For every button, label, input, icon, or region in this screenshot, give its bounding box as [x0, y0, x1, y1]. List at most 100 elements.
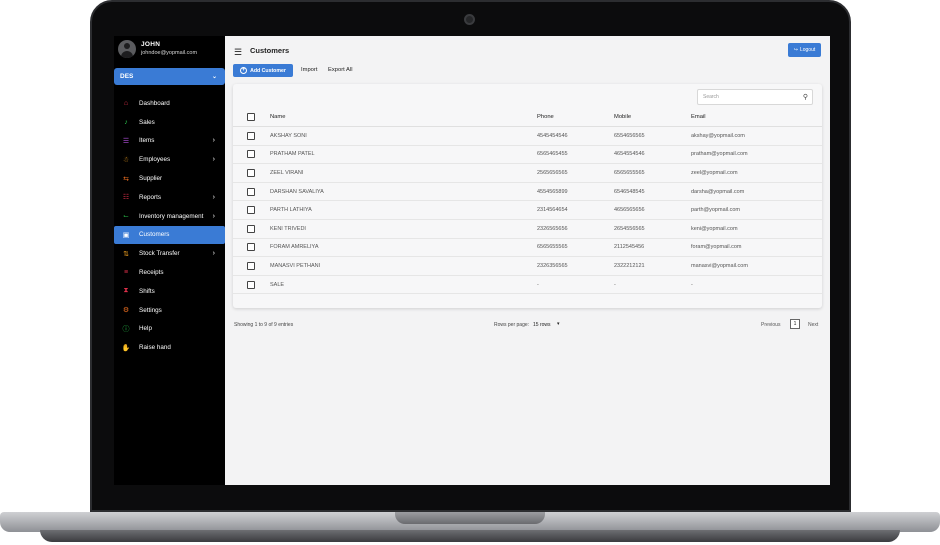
sidebar-item-label: Items: [139, 137, 155, 145]
logout-button[interactable]: ↪ Logout: [788, 43, 821, 57]
sidebar-item-label: Stock Transfer: [139, 250, 180, 258]
cell-phone: 2314564654: [537, 207, 568, 214]
column-header-mobile[interactable]: Mobile: [614, 114, 631, 120]
row-checkbox[interactable]: [247, 187, 255, 196]
search-placeholder: Search: [703, 94, 719, 100]
cell-email: pratham@yopmail.com: [691, 151, 748, 158]
shifts-icon: ⧗: [123, 287, 129, 295]
table-row[interactable]: KENI TRIVEDI 2326565656 2654556565 keni@yop…: [233, 220, 822, 239]
user-email: johndoe@yopmail.com: [141, 50, 198, 56]
sidebar-item-sales[interactable]: ♪ Sales: [114, 113, 225, 132]
cell-phone: 2565656565: [537, 169, 568, 176]
cell-name: FORAM AMRELIYA: [270, 244, 319, 251]
sidebar: JOHN johndoe@yopmail.com DES ⌄ ⌂ Dashboar…: [114, 36, 225, 485]
table-row[interactable]: AKSHAY SONI 4545454546 6554656565 akshay@yo…: [233, 127, 822, 146]
sidebar-item-stock-transfer[interactable]: ⇅ Stock Transfer ›: [114, 244, 225, 263]
store-selector[interactable]: DES ⌄: [114, 68, 225, 85]
import-button[interactable]: Import: [301, 67, 317, 73]
swap-icon: ⇅: [123, 250, 129, 258]
previous-page-button[interactable]: Previous: [761, 322, 780, 328]
sidebar-item-label: Employees: [139, 156, 171, 164]
export-all-button[interactable]: Export All: [328, 67, 353, 73]
sidebar-nav: ⌂ Dashboard ♪ Sales ☰ Items › ☃ Employees › ⇆ Suppl…: [114, 94, 225, 357]
hamburger-menu-icon[interactable]: ☰: [234, 47, 242, 58]
sidebar-item-label: Customers: [139, 231, 170, 239]
bell-icon: ♪: [124, 118, 128, 126]
sidebar-item-items[interactable]: ☰ Items ›: [114, 132, 225, 151]
rows-per-page-label: Rows per page:: [494, 322, 530, 328]
table-row[interactable]: SALE - - -: [233, 276, 822, 295]
cell-email: foram@yopmail.com: [691, 244, 742, 251]
sidebar-item-help[interactable]: ⓘ Help: [114, 320, 225, 339]
sidebar-item-label: Inventory management: [139, 212, 204, 220]
row-checkbox[interactable]: [247, 261, 255, 270]
row-checkbox[interactable]: [247, 243, 255, 252]
table-row[interactable]: DARSHAN SAVALIYA 4554565899 6546548545 dars…: [233, 183, 822, 202]
user-profile[interactable]: JOHN johndoe@yopmail.com: [118, 39, 197, 59]
row-checkbox[interactable]: [247, 131, 255, 140]
row-checkbox[interactable]: [247, 168, 255, 177]
store-selector-value: DES: [120, 73, 134, 80]
cell-email: zeel@yopmail.com: [691, 169, 738, 176]
current-page-button[interactable]: 1: [790, 319, 800, 329]
user-name: JOHN: [141, 41, 161, 48]
table-row[interactable]: ZEEL VIRANI 2565656565 6565655565 zeel@yopm…: [233, 164, 822, 183]
row-checkbox[interactable]: [247, 224, 255, 233]
items-icon: ☰: [122, 137, 130, 145]
sidebar-item-raise-hand[interactable]: ✋ Raise hand: [114, 338, 225, 357]
customers-table-card: Search ⚲ Name Phone Mobile Email AKSHAY …: [233, 84, 822, 308]
cell-phone: 4545454546: [537, 132, 568, 139]
sidebar-item-inventory-management[interactable]: ⌙ Inventory management ›: [114, 207, 225, 226]
sidebar-item-receipts[interactable]: ≡ Receipts: [114, 263, 225, 282]
sidebar-item-customers[interactable]: ▣ Customers: [114, 225, 225, 245]
sidebar-item-dashboard[interactable]: ⌂ Dashboard: [114, 94, 225, 113]
next-page-button[interactable]: Next: [808, 322, 818, 328]
cell-email: -: [691, 281, 693, 288]
transfer-icon: ⇆: [123, 175, 129, 183]
cell-name: ZEEL VIRANI: [270, 169, 304, 176]
sidebar-item-label: Receipts: [139, 269, 164, 277]
sidebar-item-employees[interactable]: ☃ Employees ›: [114, 150, 225, 169]
row-checkbox[interactable]: [247, 280, 255, 289]
cell-mobile: 6554656565: [614, 132, 645, 139]
table-row[interactable]: PRATHAM PATEL 6565465455 4654554546 pratham…: [233, 146, 822, 165]
select-all-checkbox[interactable]: [247, 112, 255, 121]
settings-icon: ⚙: [122, 307, 130, 315]
cell-email: darsha@yopmail.com: [691, 188, 745, 195]
sidebar-item-settings[interactable]: ⚙ Settings: [114, 301, 225, 320]
plus-icon: +: [240, 67, 248, 74]
chevron-down-icon: ⌄: [211, 74, 217, 80]
cell-mobile: 2112545456: [614, 244, 645, 251]
table-row[interactable]: MANASVI PETHANI 2326356565 2322212121 manas…: [233, 257, 822, 276]
add-customer-button[interactable]: + Add Customer: [233, 64, 293, 77]
avatar: [118, 40, 136, 58]
caret-down-icon[interactable]: ▾: [557, 321, 560, 327]
cell-phone: 6565465455: [537, 151, 568, 158]
cell-mobile: 4654554546: [614, 151, 645, 158]
search-input[interactable]: Search ⚲: [697, 89, 813, 105]
cell-phone: 2326356565: [537, 262, 568, 269]
column-header-phone[interactable]: Phone: [537, 114, 554, 120]
sidebar-item-shifts[interactable]: ⧗ Shifts: [114, 282, 225, 301]
logout-label: Logout: [799, 47, 816, 53]
camera-icon: [464, 14, 475, 25]
cart-icon: ⌙: [123, 213, 129, 221]
cell-phone: 4554565899: [537, 188, 568, 195]
laptop-mockup: JOHN johndoe@yopmail.com DES ⌄ ⌂ Dashboar…: [0, 0, 940, 545]
sidebar-item-label: Reports: [139, 193, 162, 201]
rows-per-page-select[interactable]: 15 rows: [533, 322, 551, 328]
sidebar-item-reports[interactable]: ☷ Reports ›: [114, 188, 225, 207]
column-header-email[interactable]: Email: [691, 114, 706, 120]
cell-name: AKSHAY SONI: [270, 132, 307, 139]
table-row[interactable]: FORAM AMRELIYA 6565655565 2112545456 foram@…: [233, 239, 822, 258]
row-checkbox[interactable]: [247, 206, 255, 215]
report-icon: ☷: [122, 194, 130, 202]
table-row[interactable]: PARTH LATHIYA 2314564654 4656565656 parth@y…: [233, 201, 822, 220]
home-icon: ⌂: [123, 99, 129, 107]
search-icon[interactable]: ⚲: [803, 93, 808, 101]
main-content: ☰ Customers ↪ Logout + Add Customer Impo…: [225, 36, 830, 485]
sidebar-item-supplier[interactable]: ⇆ Supplier: [114, 169, 225, 188]
column-header-name[interactable]: Name: [270, 114, 285, 120]
row-checkbox[interactable]: [247, 150, 255, 159]
app-screen: JOHN johndoe@yopmail.com DES ⌄ ⌂ Dashboar…: [114, 36, 830, 485]
